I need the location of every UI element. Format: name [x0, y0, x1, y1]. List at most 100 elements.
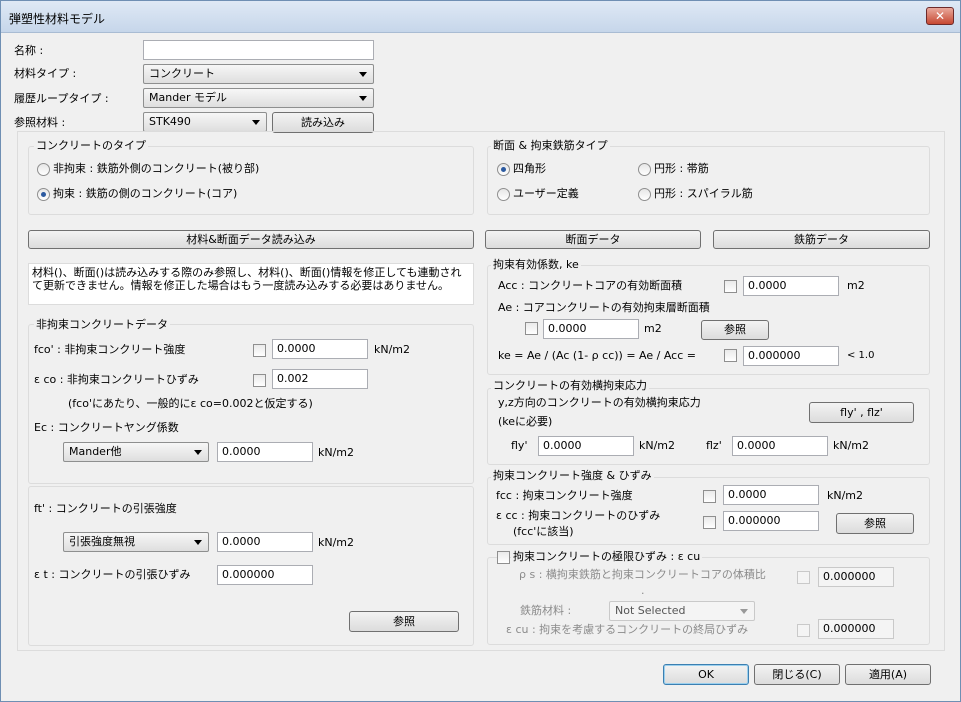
- close-icon[interactable]: ✕: [926, 7, 954, 25]
- hysteresis-value: Mander モデル: [149, 91, 227, 104]
- close-button[interactable]: 閉じる(C): [754, 664, 840, 685]
- fcc-checkbox[interactable]: [703, 490, 716, 503]
- material-type-select[interactable]: コンクリート: [143, 64, 374, 84]
- load-button[interactable]: 読み込み: [272, 112, 374, 133]
- chevron-down-icon: [359, 72, 367, 77]
- ok-button[interactable]: OK: [663, 664, 749, 685]
- acc-input[interactable]: 0.0000: [743, 276, 839, 296]
- eco-note: (fco'にあたり、一般的にε co=0.002と仮定する): [68, 397, 313, 410]
- window-title: 弾塑性材料モデル: [9, 12, 106, 26]
- dialog-window: 弾塑性材料モデル ✕ 名称 : 材料タイプ : コンクリート 履歴ループタイプ …: [0, 0, 961, 702]
- concrete-type-title: コンクリートのタイプ: [34, 139, 148, 153]
- ec-unit: kN/m2: [318, 446, 355, 459]
- rho-input[interactable]: 0.000000: [818, 567, 894, 587]
- section-data-button[interactable]: 断面データ: [485, 230, 701, 249]
- ke-label: ke = Ae / (Ac (1- ρ cc)) = Ae / Acc =: [498, 349, 696, 362]
- ecc-input[interactable]: 0.000000: [723, 511, 819, 531]
- radio-rectangle-label: 四角形: [513, 162, 546, 175]
- chevron-down-icon: [740, 609, 748, 614]
- ke-input[interactable]: 0.000000: [743, 346, 839, 366]
- apply-button[interactable]: 適用(A): [845, 664, 931, 685]
- eco-label: ε co : 非拘束コンクリートひずみ: [34, 373, 199, 386]
- ref-material-select[interactable]: STK490: [143, 112, 267, 132]
- ultimate-title: 拘束コンクリートの極限ひずみ : ε cu: [511, 550, 703, 564]
- material-type-value: コンクリート: [149, 67, 215, 80]
- ec-input[interactable]: 0.0000: [217, 442, 313, 462]
- ecu-checkbox[interactable]: [797, 624, 810, 637]
- hysteresis-label: 履歴ループタイプ :: [14, 92, 109, 105]
- ke-checkbox[interactable]: [724, 349, 737, 362]
- panel-bottom-border: [17, 650, 945, 651]
- fly-label: fly': [511, 439, 528, 452]
- info-note: 材料()、断面()は読み込みする際のみ参照し、材料()、断面()情報を修正しても…: [28, 263, 474, 305]
- fco-input[interactable]: 0.0000: [272, 339, 368, 359]
- acc-unit: m2: [847, 279, 865, 292]
- ae-checkbox[interactable]: [525, 322, 538, 335]
- radio-confined[interactable]: [37, 188, 50, 201]
- ft-label: ft' : コンクリートの引張強度: [34, 502, 177, 515]
- ecc-label: ε cc : 拘束コンクリートのひずみ: [496, 509, 661, 522]
- ft-input[interactable]: 0.0000: [217, 532, 313, 552]
- ae-ref-button[interactable]: 参照: [701, 320, 769, 340]
- ecu-input[interactable]: 0.000000: [818, 619, 894, 639]
- flz-input[interactable]: 0.0000: [732, 436, 828, 456]
- material-type-label: 材料タイプ :: [14, 67, 77, 80]
- et-input[interactable]: 0.000000: [217, 565, 313, 585]
- hysteresis-select[interactable]: Mander モデル: [143, 88, 374, 108]
- ec-label: Ec : コンクリートヤング係数: [34, 421, 179, 434]
- radio-circle-spiral[interactable]: [638, 188, 651, 201]
- rebar-material-select[interactable]: Not Selected: [609, 601, 755, 621]
- ecc-checkbox[interactable]: [703, 516, 716, 529]
- radio-circle-spiral-label: 円形 : スパイラル筋: [654, 187, 753, 200]
- rebar-material-label: 鉄筋材料 :: [520, 604, 572, 617]
- fcc-unit: kN/m2: [827, 489, 864, 502]
- flz-unit: kN/m2: [833, 439, 870, 452]
- panel-left-border: [17, 131, 18, 651]
- load-material-section-button[interactable]: 材料&断面データ読み込み: [28, 230, 474, 249]
- radio-confined-label: 拘束 : 鉄筋の側のコンクリート(コア): [53, 187, 238, 200]
- rho-dot: .: [641, 584, 645, 597]
- panel-right-border: [944, 131, 945, 651]
- radio-rectangle[interactable]: [497, 163, 510, 176]
- rho-label: ρ s : 横拘束鉄筋と拘束コンクリートコアの体積比: [519, 568, 766, 581]
- tension-ref-button[interactable]: 参照: [349, 611, 459, 632]
- lateral-desc-sub: (keに必要): [498, 415, 553, 428]
- fco-unit: kN/m2: [374, 343, 411, 356]
- chevron-down-icon: [194, 540, 202, 545]
- fly-input[interactable]: 0.0000: [538, 436, 634, 456]
- ft-method-select[interactable]: 引張強度無視: [63, 532, 209, 552]
- lateral-desc: y,z方向のコンクリートの有効横拘束応力: [498, 396, 701, 409]
- fcc-input[interactable]: 0.0000: [723, 485, 819, 505]
- ref-material-value: STK490: [149, 115, 191, 128]
- acc-checkbox[interactable]: [724, 280, 737, 293]
- radio-unconfined-label: 非拘束 : 鉄筋外側のコンクリート(被り部): [53, 162, 260, 175]
- ec-method-select[interactable]: Mander他: [63, 442, 209, 462]
- flz-label: flz': [706, 439, 722, 452]
- section-type-title: 断面 & 拘束鉄筋タイプ: [491, 139, 610, 153]
- chevron-down-icon: [359, 96, 367, 101]
- fly-unit: kN/m2: [639, 439, 676, 452]
- ecc-ref-button[interactable]: 参照: [836, 513, 914, 534]
- fcc-label: fcc : 拘束コンクリート強度: [496, 489, 633, 502]
- eco-checkbox[interactable]: [253, 374, 266, 387]
- rho-checkbox[interactable]: [797, 571, 810, 584]
- title-bar[interactable]: 弾塑性材料モデル ✕: [1, 1, 960, 33]
- ft-method-value: 引張強度無視: [69, 535, 135, 548]
- radio-user-defined-label: ユーザー定義: [513, 187, 579, 200]
- rebar-data-button[interactable]: 鉄筋データ: [713, 230, 930, 249]
- rebar-material-value: Not Selected: [615, 604, 686, 617]
- radio-unconfined[interactable]: [37, 163, 50, 176]
- fco-checkbox[interactable]: [253, 344, 266, 357]
- acc-label: Acc : コンクリートコアの有効断面積: [498, 279, 683, 292]
- chevron-down-icon: [252, 120, 260, 125]
- ultimate-checkbox[interactable]: [497, 551, 510, 564]
- radio-user-defined[interactable]: [497, 188, 510, 201]
- section-type-group: [487, 146, 930, 215]
- eco-input[interactable]: 0.002: [272, 369, 368, 389]
- fly-flz-button[interactable]: fly' , flz': [809, 402, 914, 423]
- ref-material-label: 参照材料 :: [14, 116, 66, 129]
- ae-input[interactable]: 0.0000: [543, 319, 639, 339]
- name-input[interactable]: [143, 40, 374, 60]
- name-label: 名称 :: [14, 44, 44, 57]
- radio-circle-tie[interactable]: [638, 163, 651, 176]
